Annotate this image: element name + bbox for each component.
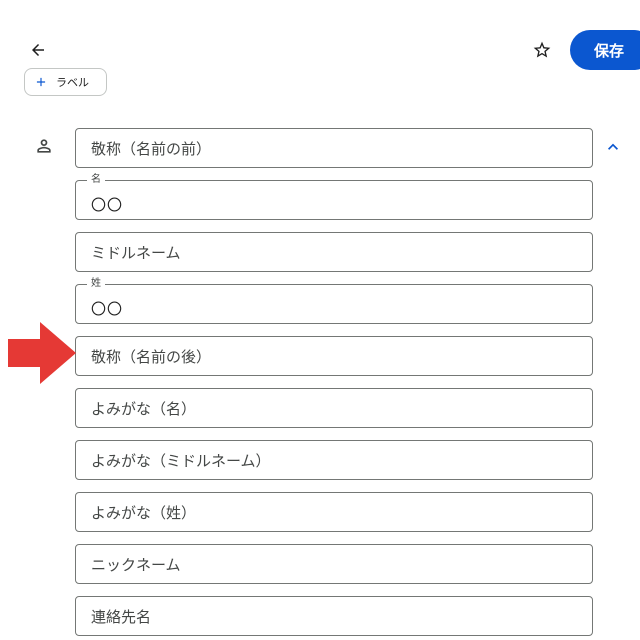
collapse-name-fields-button[interactable] [602, 136, 624, 158]
arrow-back-icon [32, 44, 44, 56]
add-label-chip[interactable]: ラベル [24, 68, 107, 96]
phonetic-first-name-field[interactable]: よみがな（名） [75, 388, 593, 428]
file-as-field[interactable]: 連絡先名 [75, 596, 593, 636]
phonetic-middle-name-placeholder: よみがな（ミドルネーム） [91, 451, 271, 470]
person-icon [37, 139, 51, 153]
last-name-label: 姓 [87, 277, 105, 291]
nickname-field[interactable]: ニックネーム [75, 544, 593, 584]
star-outline-icon [533, 41, 551, 58]
save-button[interactable]: 保存 [570, 30, 640, 70]
phonetic-middle-name-field[interactable]: よみがな（ミドルネーム） [75, 440, 593, 480]
first-name-label: 名 [87, 173, 105, 187]
last-name-field[interactable]: 姓 〇〇 [75, 277, 593, 324]
plus-icon [36, 77, 46, 87]
first-name-value: 〇〇 [91, 195, 124, 214]
nickname-placeholder: ニックネーム [91, 555, 181, 574]
middle-name-field[interactable]: ミドルネーム [75, 232, 593, 272]
phonetic-last-name-placeholder: よみがな（姓） [91, 503, 197, 522]
phonetic-last-name-field[interactable]: よみがな（姓） [75, 492, 593, 532]
middle-name-placeholder: ミドルネーム [91, 243, 181, 262]
red-arrow-icon [8, 322, 76, 384]
favorite-button[interactable] [528, 36, 556, 64]
honorific-prefix-placeholder: 敬称（名前の前） [91, 139, 212, 158]
honorific-suffix-placeholder: 敬称（名前の後） [91, 347, 212, 366]
phonetic-first-name-placeholder: よみがな（名） [91, 399, 197, 418]
add-label-text: ラベル [56, 76, 89, 89]
chevron-up-icon [608, 143, 618, 150]
last-name-value: 〇〇 [91, 299, 124, 318]
back-button[interactable] [24, 36, 52, 64]
file-as-placeholder: 連絡先名 [91, 607, 152, 626]
first-name-field[interactable]: 名 〇〇 [75, 173, 593, 220]
honorific-suffix-field[interactable]: 敬称（名前の後） [75, 336, 593, 376]
honorific-prefix-field[interactable]: 敬称（名前の前） [75, 128, 593, 168]
